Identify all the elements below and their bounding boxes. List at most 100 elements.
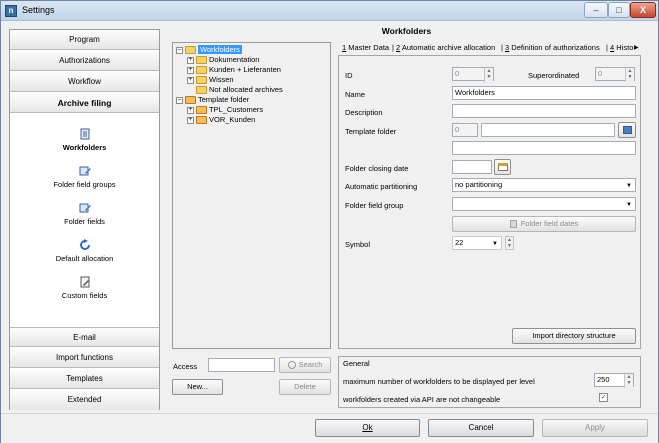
superordinated-stepper[interactable]: 0 ▲ ▼ bbox=[595, 67, 635, 82]
max-workfolders-value: 250 bbox=[597, 375, 610, 384]
new-button[interactable]: New... bbox=[172, 379, 223, 395]
template-folder-name[interactable] bbox=[481, 123, 615, 137]
tree-node-dokumentation[interactable]: + Dokumentation bbox=[187, 55, 259, 65]
nav-sub-label: Default allocation bbox=[55, 254, 114, 263]
ok-button[interactable]: Ok bbox=[315, 419, 420, 437]
nav-extended[interactable]: Extended bbox=[10, 390, 159, 410]
tree-node-label: Wissen bbox=[209, 75, 234, 84]
folder-browse-icon bbox=[622, 126, 632, 135]
tree-node-label: Dokumentation bbox=[209, 55, 260, 64]
folder-icon bbox=[196, 56, 207, 65]
title-bar[interactable]: n Settings – □ X bbox=[1, 1, 658, 21]
nav-authorizations[interactable]: Authorizations bbox=[10, 51, 159, 71]
tab-definition-of-authorizations[interactable]: | 3 Definition of authorizations bbox=[501, 41, 600, 55]
description-input[interactable] bbox=[452, 104, 636, 118]
cancel-button[interactable]: Cancel bbox=[428, 419, 534, 437]
collapse-icon[interactable]: – bbox=[176, 96, 183, 104]
tab-history[interactable]: | 4 Histo bbox=[606, 41, 633, 55]
refresh-icon bbox=[79, 239, 90, 250]
automatic-partitioning-select[interactable]: no partitioning ▼ bbox=[452, 178, 636, 192]
tree-node-wissen[interactable]: + Wissen bbox=[187, 75, 234, 85]
ok-label: Ok bbox=[362, 423, 373, 432]
id-spin[interactable]: ▲ ▼ bbox=[484, 68, 493, 82]
calendar-button[interactable] bbox=[494, 159, 511, 175]
expand-icon[interactable]: + bbox=[187, 116, 194, 124]
nav-sub-custom-fields[interactable]: Custom fields bbox=[10, 276, 159, 300]
symbol-value: 22 bbox=[455, 238, 464, 247]
id-stepper[interactable]: 0 ▲ ▼ bbox=[452, 67, 494, 82]
nav-archive-filing[interactable]: Archive filing bbox=[10, 93, 159, 113]
maximize-button[interactable]: □ bbox=[608, 2, 630, 18]
nav-sub-label: Custom fields bbox=[61, 291, 108, 300]
collapse-icon[interactable]: – bbox=[176, 46, 183, 54]
settings-window: n Settings – □ X Program Authorizations … bbox=[0, 0, 659, 443]
tab-scroll-right-icon[interactable]: ▶ bbox=[634, 41, 639, 55]
close-button[interactable]: X bbox=[630, 2, 656, 18]
folder-icon bbox=[196, 66, 207, 75]
tree-node-template-folder[interactable]: – Template folder bbox=[176, 95, 249, 105]
folder-open-icon bbox=[185, 46, 196, 55]
name-input[interactable]: Workfolders bbox=[452, 86, 636, 100]
folder-closing-date-input[interactable] bbox=[452, 160, 492, 174]
symbol-select[interactable]: 22 ▼ bbox=[452, 236, 502, 250]
master-data-panel: ID 0 ▲ ▼ Superordinated 0 ▲ ▼ Name Workfol… bbox=[338, 55, 641, 349]
spin-down-icon[interactable]: ▼ bbox=[485, 74, 493, 80]
search-label: Search bbox=[298, 360, 323, 369]
symbol-spin[interactable]: ▲ ▼ bbox=[505, 236, 514, 250]
automatic-partitioning-label: Automatic partitioning bbox=[345, 182, 418, 191]
search-button[interactable]: Search bbox=[279, 357, 331, 373]
nav-sub-folder-field-groups[interactable]: Folder field groups bbox=[10, 165, 159, 189]
tree-node-workfolders[interactable]: – Workfolders bbox=[176, 45, 242, 55]
folder-field-dates-button[interactable]: Folder field dates bbox=[452, 216, 636, 232]
apply-button[interactable]: Apply bbox=[542, 419, 648, 437]
tab-label: Automatic archive allocation bbox=[400, 43, 496, 52]
expand-icon[interactable]: + bbox=[187, 56, 194, 64]
max-workfolders-spin[interactable]: ▲ ▼ bbox=[624, 374, 633, 388]
cancel-label: Cancel bbox=[468, 423, 494, 432]
expand-icon[interactable]: + bbox=[187, 66, 194, 74]
expand-icon[interactable]: + bbox=[187, 106, 194, 114]
template-folder-path[interactable] bbox=[452, 141, 636, 155]
tree-node-tpl-customers[interactable]: + TPL_Customers bbox=[187, 105, 263, 115]
tab-automatic-archive-allocation[interactable]: | 2 Automatic archive allocation bbox=[392, 41, 495, 55]
folder-field-group-select[interactable]: ▼ bbox=[452, 197, 636, 211]
superordinated-spin[interactable]: ▲ ▼ bbox=[625, 68, 634, 82]
access-input[interactable] bbox=[208, 358, 275, 372]
nav-workflow[interactable]: Workflow bbox=[10, 72, 159, 92]
folder-tree[interactable]: – Workfolders + Dokumentation + Kunden + Li… bbox=[172, 42, 331, 349]
delete-button[interactable]: Delete bbox=[279, 379, 331, 395]
nav-sub-folder-fields[interactable]: Folder fields bbox=[10, 202, 159, 226]
expand-icon[interactable]: + bbox=[187, 76, 194, 84]
search-icon bbox=[287, 361, 296, 370]
window-title: Settings bbox=[22, 5, 55, 15]
import-directory-structure-button[interactable]: Import directory structure bbox=[512, 328, 636, 344]
access-label: Access bbox=[173, 362, 198, 371]
max-workfolders-label: maximum number of workfolders to be disp… bbox=[343, 377, 535, 386]
template-folder-id[interactable]: 0 bbox=[452, 123, 478, 137]
tree-node-kunden-lieferanten[interactable]: + Kunden + Lieferanten bbox=[187, 65, 281, 75]
folder-icon bbox=[196, 76, 207, 85]
content-area: Workfolders – Workfolders + Dokumentation … bbox=[166, 26, 647, 410]
minimize-button[interactable]: – bbox=[584, 2, 608, 18]
nav-sub-label: Folder fields bbox=[64, 217, 105, 226]
tree-node-vor-kunden[interactable]: + VOR_Kunden bbox=[187, 115, 255, 125]
spin-down-icon[interactable]: ▼ bbox=[625, 380, 633, 386]
nav-templates[interactable]: Templates bbox=[10, 369, 159, 389]
general-title: General bbox=[343, 359, 370, 368]
spin-down-icon[interactable]: ▼ bbox=[506, 243, 513, 249]
browse-template-folder-button[interactable] bbox=[618, 122, 636, 138]
nav-import-functions[interactable]: Import functions bbox=[10, 348, 159, 368]
max-workfolders-stepper[interactable]: 250 ▲ ▼ bbox=[594, 373, 634, 388]
nav-sub-default-allocation[interactable]: Default allocation bbox=[10, 239, 159, 263]
spin-down-icon[interactable]: ▼ bbox=[626, 74, 634, 80]
api-not-changeable-checkbox[interactable]: ✓ bbox=[599, 393, 608, 402]
nav-sub-workfolders[interactable]: Workfolders bbox=[10, 128, 159, 152]
folder-icon bbox=[196, 86, 207, 95]
symbol-label: Symbol bbox=[345, 240, 371, 249]
tree-node-not-allocated[interactable]: Not allocated archives bbox=[196, 85, 283, 95]
nav-program[interactable]: Program bbox=[10, 30, 159, 50]
nav-email[interactable]: E-mail bbox=[10, 327, 159, 347]
tab-master-data[interactable]: 1 Master Data bbox=[342, 41, 389, 55]
page-title: Workfolders bbox=[381, 26, 432, 36]
template-folder-icon bbox=[185, 96, 196, 105]
